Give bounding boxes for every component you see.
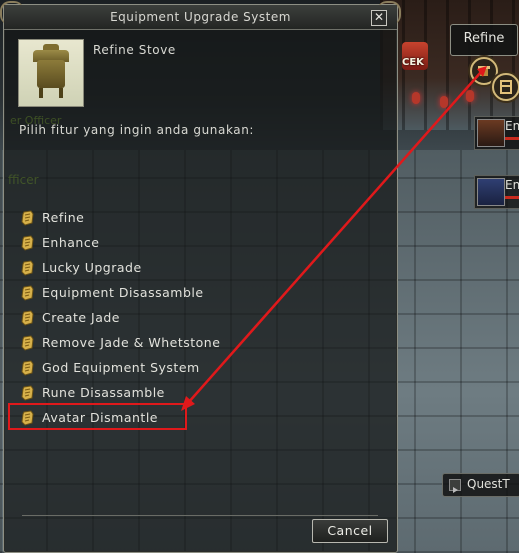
annotation-arrow (181, 66, 487, 411)
